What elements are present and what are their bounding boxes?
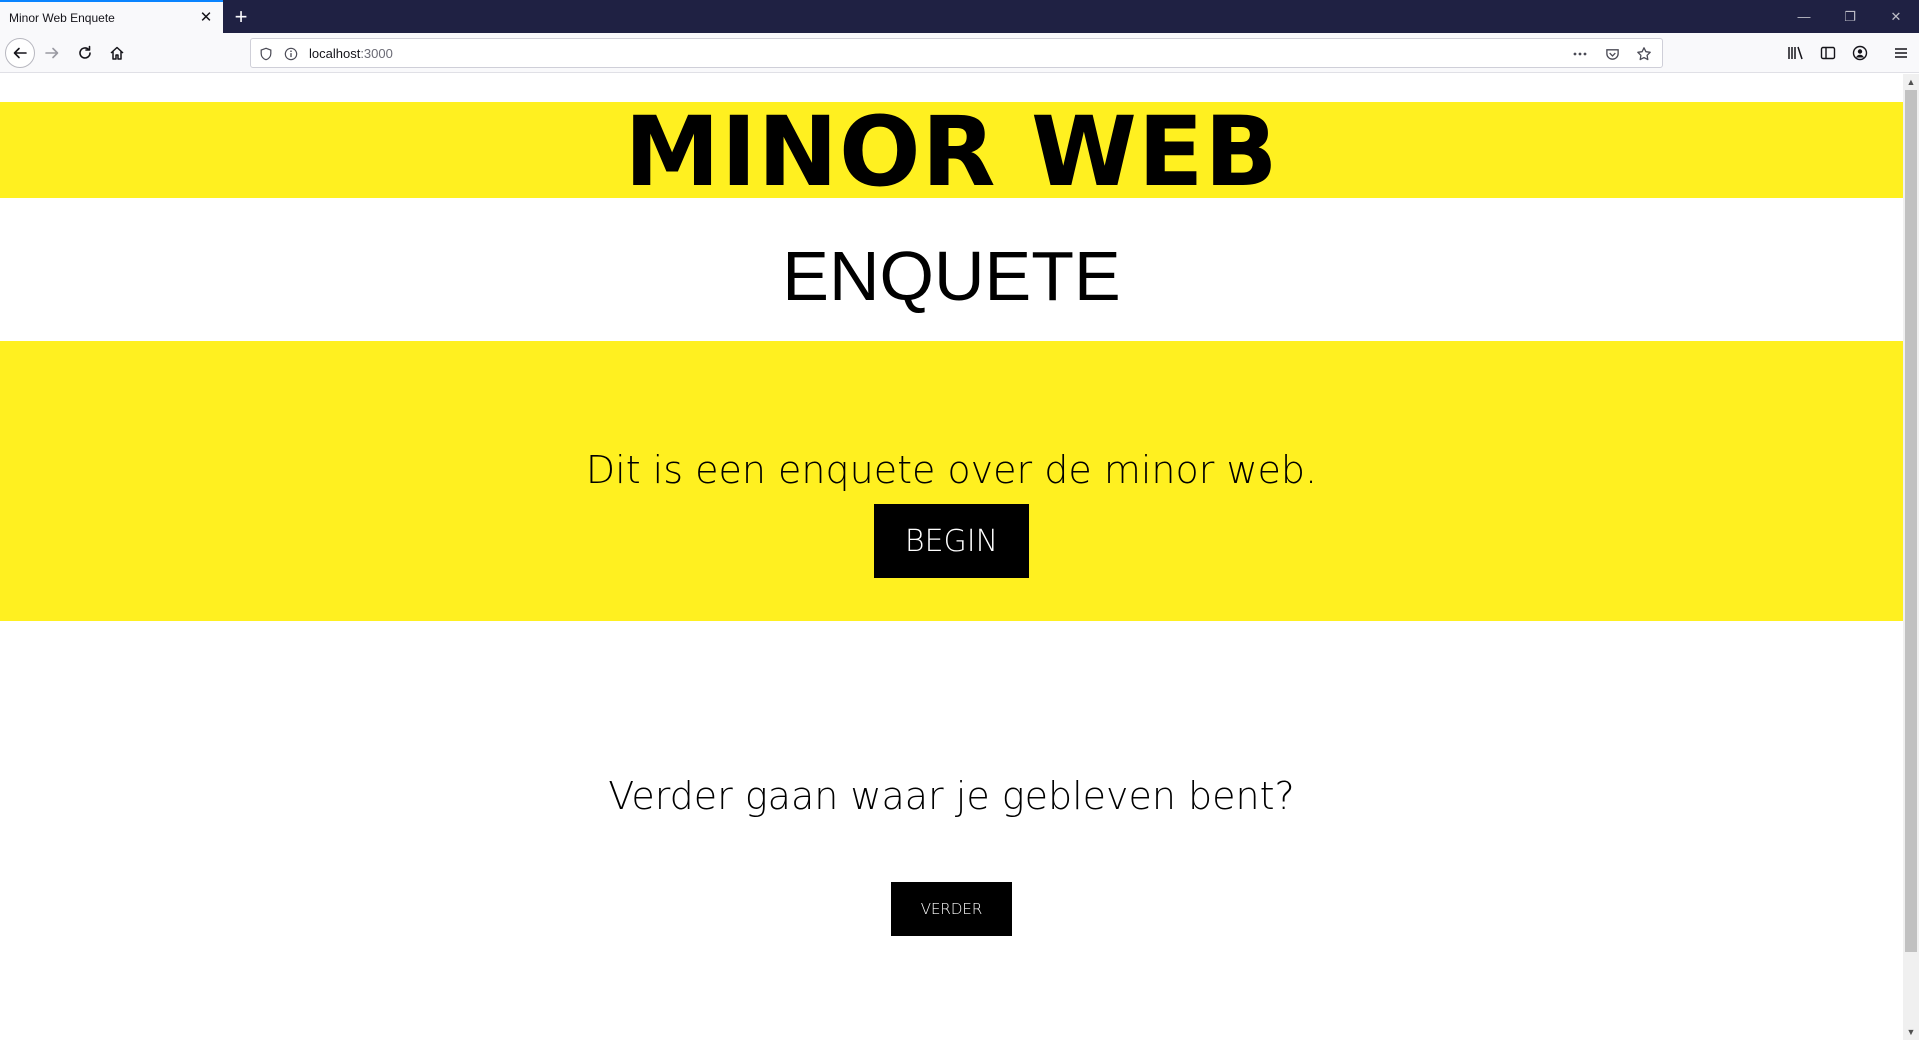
library-icon[interactable]	[1784, 41, 1808, 65]
new-tab-icon[interactable]: +	[229, 4, 253, 29]
url-port: :3000	[360, 46, 393, 61]
url-text[interactable]: localhost:3000	[309, 46, 393, 61]
tab-title: Minor Web Enquete	[9, 11, 115, 25]
browser-tab-active[interactable]: Minor Web Enquete ✕	[0, 0, 223, 33]
resume-prompt: Verder gaan waar je gebleven bent?	[608, 774, 1295, 818]
begin-button[interactable]: BEGIN	[874, 504, 1029, 578]
tab-bar: Minor Web Enquete ✕ + — ❐ ✕	[0, 0, 1919, 33]
url-host: localhost	[309, 46, 361, 61]
scroll-down-icon[interactable]: ▼	[1903, 1024, 1919, 1040]
minimize-icon[interactable]: —	[1781, 0, 1827, 33]
navigation-toolbar: localhost:3000	[0, 33, 1919, 73]
account-icon[interactable]	[1848, 41, 1872, 65]
restore-icon[interactable]: ❐	[1827, 0, 1873, 33]
pocket-icon[interactable]	[1602, 44, 1622, 64]
tab-close-icon[interactable]: ✕	[197, 8, 215, 26]
menu-icon[interactable]	[1889, 41, 1913, 65]
bookmark-star-icon[interactable]	[1634, 44, 1654, 64]
page-subtitle: ENQUETE	[782, 237, 1121, 315]
scroll-thumb[interactable]	[1905, 90, 1917, 952]
forward-icon[interactable]	[40, 41, 64, 65]
more-icon[interactable]	[1570, 44, 1590, 64]
home-icon[interactable]	[105, 41, 129, 65]
shield-icon[interactable]	[256, 44, 276, 64]
verder-button[interactable]: VERDER	[891, 882, 1012, 936]
intro-section: Dit is een enquete over de minor web. BE…	[0, 341, 1903, 621]
info-icon[interactable]	[281, 44, 301, 64]
page-viewport: MINOR WEB ENQUETE Dit is een enquete ove…	[0, 74, 1919, 1040]
page-title: MINOR WEB	[624, 96, 1279, 208]
scroll-up-icon[interactable]: ▲	[1903, 74, 1919, 90]
address-bar[interactable]: localhost:3000	[250, 38, 1663, 68]
back-icon[interactable]	[5, 38, 35, 68]
window-close-icon[interactable]: ✕	[1873, 0, 1919, 33]
sidebar-icon[interactable]	[1816, 41, 1840, 65]
intro-text: Dit is een enquete over de minor web.	[585, 448, 1318, 492]
vertical-scrollbar[interactable]: ▲ ▼	[1903, 74, 1919, 1040]
reload-icon[interactable]	[73, 41, 97, 65]
title-banner: MINOR WEB	[0, 96, 1903, 208]
